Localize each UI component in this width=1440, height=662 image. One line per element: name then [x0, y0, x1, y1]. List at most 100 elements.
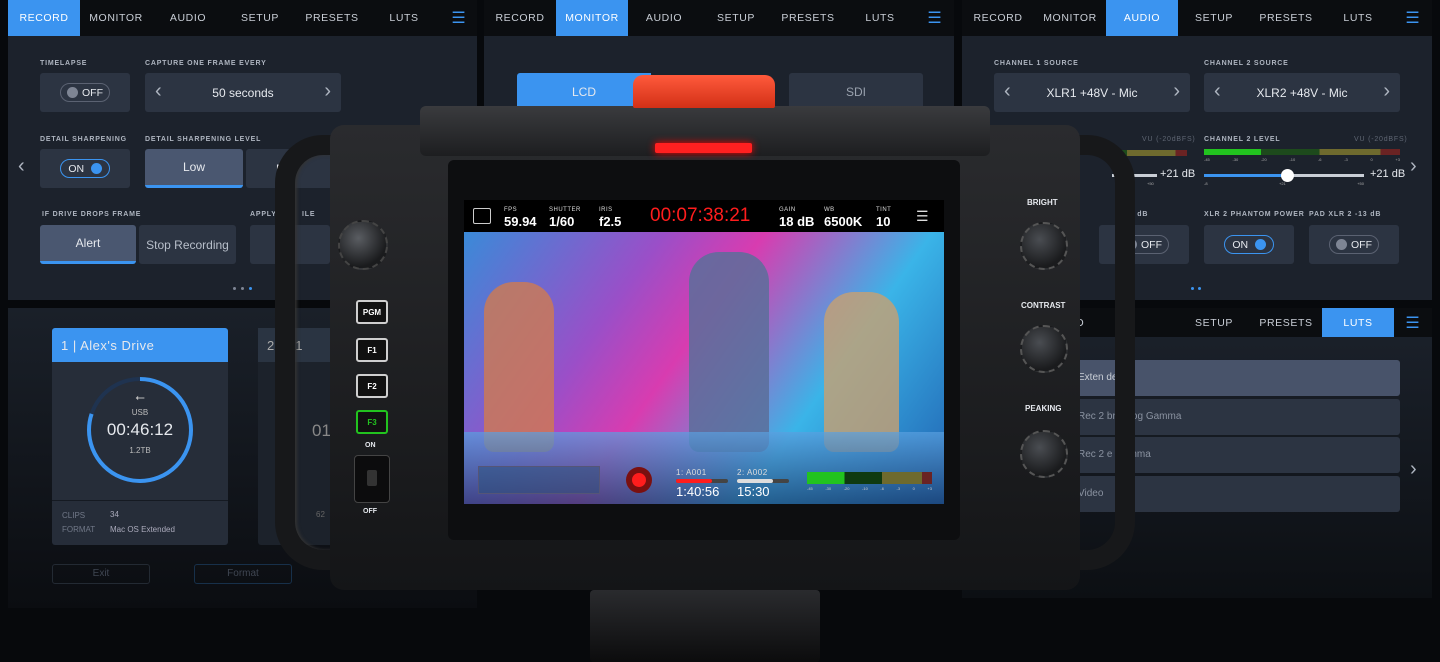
drive-title: 1 | Alex's Drive [52, 328, 228, 362]
drive-drops-stop-recording[interactable]: Stop Recording [139, 225, 236, 264]
page-next-icon[interactable]: › [1410, 155, 1417, 178]
settings-sliders-icon[interactable]: ☰ [1394, 308, 1431, 337]
settings-sliders-icon[interactable]: ☰ [916, 208, 929, 225]
toggle-knob [67, 87, 78, 98]
contrast-knob[interactable] [1020, 325, 1068, 373]
meter-tick: -3 [896, 486, 901, 491]
chevron-right-icon[interactable]: › [324, 80, 331, 103]
gain-value[interactable]: 18 dB [779, 214, 814, 229]
iris-value[interactable]: f2.5 [599, 214, 621, 229]
settings-sliders-icon[interactable]: ☰ [916, 0, 953, 36]
fullscreen-icon[interactable] [473, 208, 491, 224]
detail-level-low[interactable]: Low [145, 149, 243, 188]
drive-drops-label: IF DRIVE DROPS FRAME [42, 211, 142, 218]
timelapse-toggle[interactable]: OFF [60, 83, 110, 102]
chevron-right-icon[interactable]: › [1383, 80, 1390, 103]
tab-luts[interactable]: LUTS [844, 0, 916, 36]
tally-light-front [655, 143, 752, 153]
record-button[interactable] [626, 467, 652, 493]
tab-setup[interactable]: SETUP [1178, 0, 1250, 36]
tab-audio[interactable]: AUDIO [628, 0, 700, 36]
capture-label: CAPTURE ONE FRAME EVERY [145, 60, 267, 67]
exit-button[interactable]: Exit [52, 564, 150, 584]
histogram[interactable] [478, 466, 600, 494]
tab-record[interactable]: RECORD [8, 0, 80, 36]
shutter-value[interactable]: 1/60 [549, 214, 574, 229]
settings-sliders-icon[interactable]: ☰ [1394, 0, 1431, 36]
toggle-state: ON [68, 162, 85, 175]
f1-button[interactable]: F1 [356, 338, 388, 362]
tab-audio[interactable]: AUDIO [1106, 0, 1178, 36]
ch2-vu-label: VU (-20dBFS) [1354, 136, 1408, 143]
fps-value[interactable]: 59.94 [504, 214, 537, 229]
card2-bar-fill [737, 479, 774, 483]
tab-presets[interactable]: PRESETS [772, 0, 844, 36]
tab-luts[interactable]: LUTS [1322, 0, 1394, 36]
chevron-left-icon[interactable]: ‹ [1004, 80, 1011, 103]
ch1-source-value: XLR1 +48V - Mic [1046, 85, 1138, 100]
tab-luts[interactable]: LUTS [1322, 308, 1394, 337]
card1-bar [676, 479, 728, 483]
detail-sharpening-box: ON [40, 149, 130, 188]
f2-button[interactable]: F2 [356, 374, 388, 398]
f3-button[interactable]: F3 [356, 410, 388, 434]
phantom2-label: XLR 2 PHANTOM POWER [1204, 211, 1305, 218]
tab-setup[interactable]: SETUP [1178, 308, 1250, 337]
meter-tick: 0 [912, 486, 915, 491]
phantom2-toggle[interactable]: ON [1224, 235, 1274, 254]
tab-monitor[interactable]: MONITOR [80, 0, 152, 36]
tab-audio[interactable]: AUDIO [152, 0, 224, 36]
card2-label: 2: A002 [737, 468, 768, 477]
tab-setup[interactable]: SETUP [700, 0, 772, 36]
drive-drops-alert[interactable]: Alert [40, 225, 136, 264]
chevron-left-icon[interactable]: ‹ [1214, 80, 1221, 103]
chevron-right-icon[interactable]: › [1173, 80, 1180, 103]
wb-value[interactable]: 6500K [824, 214, 862, 229]
contrast-label: CONTRAST [1021, 301, 1066, 310]
detail-sharpening-toggle[interactable]: ON [60, 159, 110, 178]
tab-luts[interactable]: LUTS [368, 0, 440, 36]
dancer-3 [824, 292, 899, 452]
pgm-button[interactable]: PGM [356, 300, 388, 324]
settings-sliders-icon[interactable]: ☰ [440, 0, 477, 36]
tab-record[interactable]: RECORD [484, 0, 556, 36]
meter-tick: -30 [825, 486, 832, 491]
tab-presets[interactable]: PRESETS [1250, 0, 1322, 36]
peaking-knob[interactable] [1020, 430, 1068, 478]
drive-card-1[interactable]: 1 | Alex's Drive ⭠ USB 00:46:12 1.2TB CL… [52, 328, 228, 545]
chevron-left-icon[interactable]: ‹ [155, 80, 162, 103]
bright-label: BRIGHT [1027, 198, 1058, 207]
tab-presets[interactable]: PRESETS [1250, 308, 1322, 337]
pad2-toggle[interactable]: OFF [1329, 235, 1379, 254]
tab-record[interactable]: RECORD [962, 0, 1034, 36]
toggle-state: ON [1232, 238, 1249, 251]
ch1-scale-max: +50 [1147, 181, 1154, 186]
ch1-source-selector: ‹ XLR1 +48V - Mic › [994, 73, 1190, 112]
meter-tick: -10 [1289, 157, 1296, 162]
tab-presets[interactable]: PRESETS [296, 0, 368, 36]
meter-tick: 0 [1370, 157, 1373, 162]
page-next-icon[interactable]: › [1410, 458, 1417, 481]
bright-knob[interactable] [1020, 222, 1068, 270]
meter-tick: -10 [862, 486, 868, 491]
apply-label-tail: ILE [302, 211, 316, 218]
ch2-meter-ticks: -45 -30 -20 -10 -6 -3 0 +3 [1204, 157, 1400, 162]
page-prev-icon[interactable]: ‹ [18, 155, 25, 178]
tab-monitor[interactable]: MONITOR [1034, 0, 1106, 36]
ch1-vu-label: VU (-20dBFS) [1142, 136, 1196, 143]
ch2-level-slider[interactable] [1204, 169, 1364, 182]
format-button[interactable]: Format [194, 564, 292, 584]
tab-monitor[interactable]: MONITOR [556, 0, 628, 36]
menu-dial[interactable] [338, 220, 388, 270]
power-switch[interactable] [354, 455, 390, 503]
drive-time-remaining: 00:46:12 [106, 420, 174, 439]
audio-meter[interactable] [807, 472, 932, 484]
tint-value[interactable]: 10 [876, 214, 890, 229]
toggle-state: OFF [82, 86, 103, 99]
audio-meter-ticks: -45 -30 -20 -10 -6 -3 0 +3 [807, 486, 932, 491]
tab-setup[interactable]: SETUP [224, 0, 296, 36]
drive2-number: 2 [267, 338, 275, 353]
wb-label: WB [824, 207, 835, 213]
pad2-box: OFF [1309, 225, 1399, 264]
tab-bar: RECORD MONITOR AUDIO SETUP PRESETS LUTS … [962, 0, 1432, 36]
